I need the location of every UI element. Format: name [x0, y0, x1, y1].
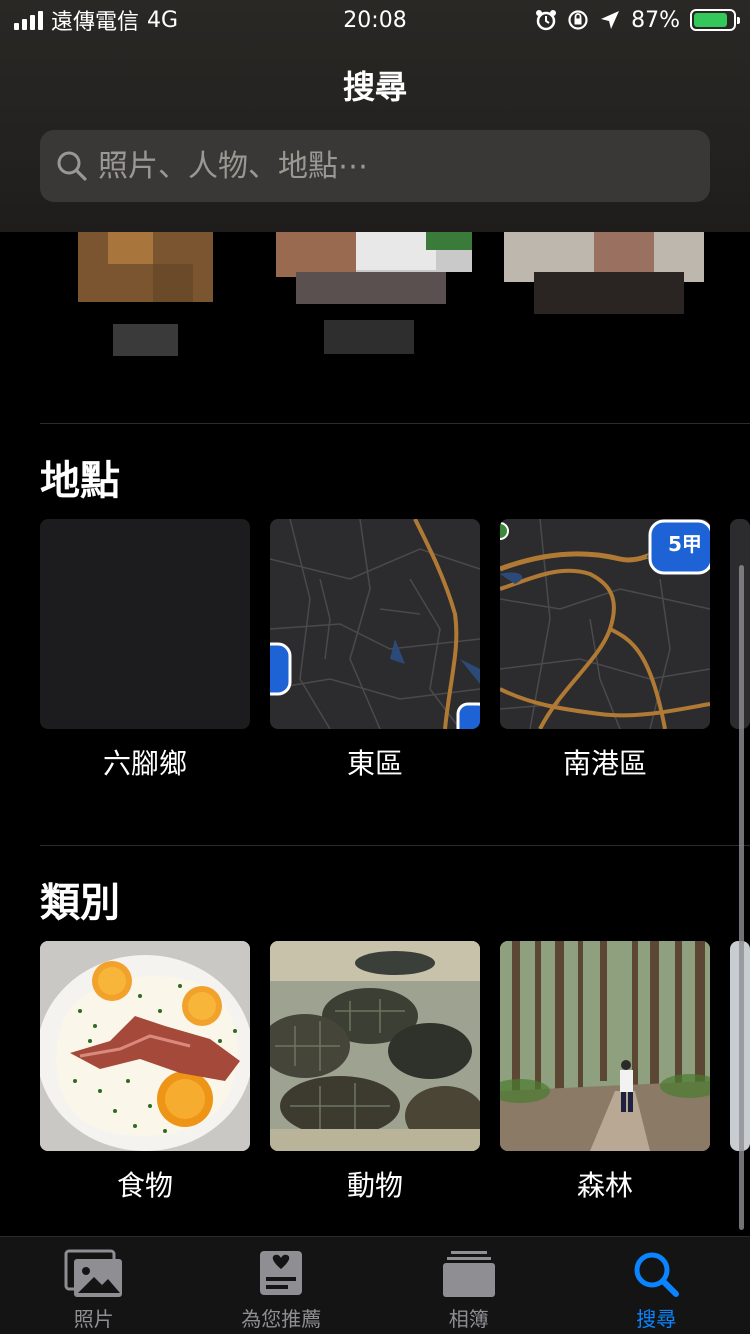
- person-thumbnail[interactable]: [276, 232, 472, 382]
- map-thumbnail: [270, 519, 480, 729]
- location-arrow-icon: [601, 11, 620, 29]
- person-thumbnail[interactable]: [48, 232, 230, 382]
- photos-icon: [64, 1249, 122, 1297]
- tab-photos[interactable]: 照片: [0, 1237, 188, 1334]
- categories-section-title: 類別: [40, 880, 120, 926]
- alarm-icon: [536, 10, 557, 31]
- animals-photo: [270, 941, 480, 1151]
- category-tile-animals[interactable]: [270, 941, 480, 1151]
- place-label: 東區: [346, 747, 403, 780]
- place-label: 六腳鄉: [102, 747, 187, 780]
- cell-signal-icon: [14, 10, 43, 30]
- search-icon: [634, 1252, 680, 1297]
- tab-photos-label: 照片: [73, 1307, 114, 1331]
- place-label: 南港區: [562, 747, 647, 780]
- forest-photo: [500, 941, 710, 1151]
- svg-text:5甲: 5甲: [668, 532, 702, 556]
- status-time: 20:08: [343, 7, 407, 33]
- category-label: 食物: [116, 1169, 173, 1202]
- page-title: 搜尋: [342, 68, 407, 106]
- map-thumbnail: 5甲: [500, 519, 710, 729]
- tab-for-you-label: 為您推薦: [241, 1307, 322, 1331]
- network-type: 4G: [147, 7, 179, 33]
- for-you-icon: [260, 1251, 303, 1295]
- tab-albums-label: 相簿: [448, 1307, 489, 1331]
- scrollbar[interactable]: [739, 565, 744, 1230]
- carrier-name: 遠傳電信: [51, 10, 140, 35]
- search-header: 遠傳電信 4G 20:08 87% 搜尋: [0, 0, 750, 232]
- tab-search-label: 搜尋: [636, 1307, 677, 1331]
- tab-search[interactable]: 搜尋: [563, 1237, 750, 1334]
- category-label: 動物: [346, 1169, 403, 1202]
- search-input[interactable]: [98, 148, 658, 184]
- tab-albums[interactable]: 相簿: [375, 1237, 563, 1334]
- orientation-lock-icon: [568, 10, 588, 30]
- place-tile-2[interactable]: [270, 519, 480, 729]
- person-thumbnail[interactable]: [504, 232, 704, 382]
- people-strip[interactable]: [0, 232, 750, 382]
- place-tile-1[interactable]: [40, 519, 250, 729]
- tab-for-you[interactable]: 為您推薦: [188, 1237, 376, 1334]
- battery-percent: 87%: [631, 7, 680, 33]
- category-tile-food[interactable]: [40, 941, 250, 1151]
- search-icon: [57, 151, 87, 181]
- search-field[interactable]: [40, 130, 710, 202]
- tab-bar: 照片 為您推薦 相簿 搜尋: [0, 1236, 750, 1334]
- status-bar: 遠傳電信 4G 20:08 87%: [0, 0, 750, 40]
- category-tile-forest[interactable]: [500, 941, 710, 1151]
- battery-icon: [690, 9, 740, 31]
- section-divider: [40, 845, 750, 846]
- place-tile-3[interactable]: 5甲: [500, 519, 710, 729]
- food-photo: [40, 941, 250, 1151]
- section-divider: [40, 423, 750, 424]
- albums-icon: [442, 1251, 495, 1297]
- category-label: 森林: [576, 1169, 633, 1202]
- places-section-title: 地點: [40, 458, 120, 504]
